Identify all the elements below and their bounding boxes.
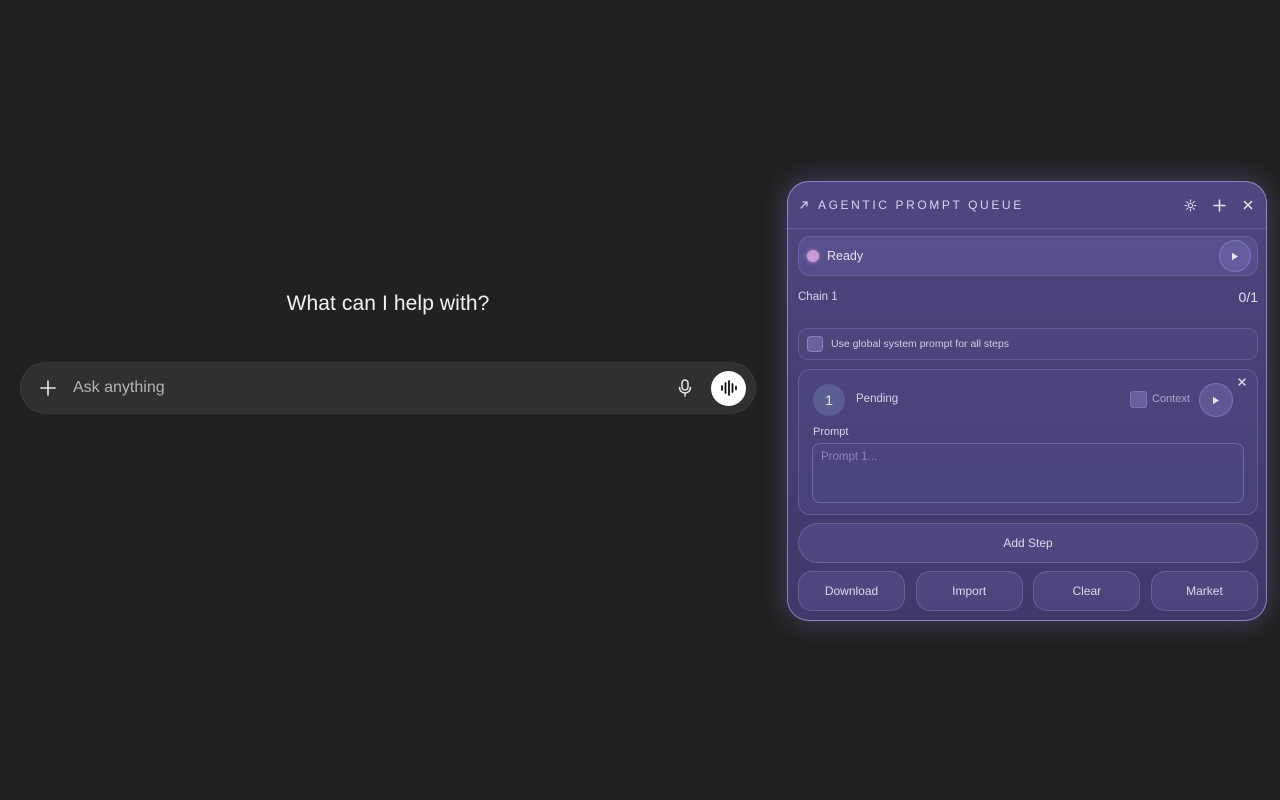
global-prompt-toggle[interactable]: Use global system prompt for all steps (798, 328, 1258, 360)
plus-icon[interactable] (1211, 197, 1227, 213)
global-prompt-checkbox[interactable] (807, 336, 823, 352)
chain-name: Chain 1 (798, 291, 838, 303)
play-icon (1213, 396, 1219, 404)
remove-step-close-icon[interactable] (1236, 376, 1248, 388)
run-step-button[interactable] (1199, 383, 1233, 417)
plus-icon[interactable] (37, 377, 59, 399)
step-status: Pending (856, 393, 899, 405)
app-window: What can I help with? AGENTIC PROMPT QUE… (0, 0, 1280, 800)
status-bar: Ready (798, 236, 1258, 276)
close-icon[interactable] (1240, 197, 1256, 213)
prompt-label: Prompt (813, 426, 849, 438)
prompt-queue-panel: AGENTIC PROMPT QUEUE Ready Chain 1 0/1 U… (787, 181, 1267, 621)
gear-icon[interactable] (1182, 197, 1198, 213)
global-prompt-label: Use global system prompt for all steps (831, 338, 1009, 350)
chat-composer (20, 362, 756, 414)
step-number: 1 (813, 384, 845, 416)
step-card: 1 Pending Context Prompt (798, 369, 1258, 515)
voice-waveform-icon (720, 380, 737, 396)
ask-input[interactable] (71, 378, 673, 398)
market-button[interactable]: Market (1150, 571, 1258, 611)
chain-progress: 0/1 (1238, 289, 1258, 305)
panel-header[interactable]: AGENTIC PROMPT QUEUE (788, 182, 1266, 229)
voice-mode-button[interactable] (711, 370, 746, 406)
chain-row: Chain 1 0/1 (798, 289, 1258, 305)
microphone-icon[interactable] (673, 376, 697, 400)
status-text: Ready (827, 249, 864, 263)
clear-button[interactable]: Clear (1033, 571, 1141, 611)
action-buttons: Download Import Clear Market (798, 571, 1258, 611)
page-title: What can I help with? (286, 292, 490, 315)
play-icon (1232, 252, 1238, 260)
grip-icon[interactable] (798, 199, 810, 211)
download-button[interactable]: Download (798, 571, 905, 611)
context-checkbox[interactable] (1130, 391, 1147, 408)
add-step-button[interactable]: Add Step (798, 523, 1258, 563)
status-indicator (807, 250, 819, 262)
run-chain-button[interactable] (1219, 240, 1251, 272)
context-label: Context (1152, 393, 1190, 405)
prompt-input[interactable] (812, 443, 1244, 503)
import-button[interactable]: Import (915, 571, 1023, 611)
panel-title: AGENTIC PROMPT QUEUE (818, 198, 1024, 212)
